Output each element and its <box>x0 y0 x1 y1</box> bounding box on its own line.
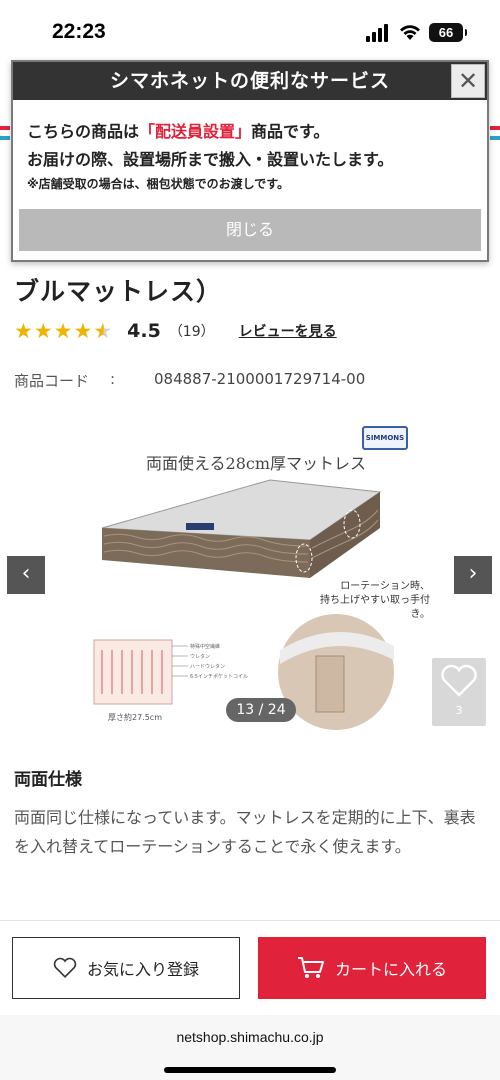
modal-message-suffix: 商品です。 <box>251 122 330 141</box>
add-to-cart-label: カートに入れる <box>334 960 447 979</box>
rating-row: ★ ★ ★ ★ ★ 4.5 （19） レビューを見る <box>14 318 337 344</box>
review-count: （19） <box>168 324 215 340</box>
cart-icon <box>297 957 324 978</box>
svg-text:6.5インチポケットコイル: 6.5インチポケットコイル <box>190 673 248 680</box>
divider <box>0 920 500 921</box>
image-caption: ローテーション時、 持ち上げやすい取っ手付き。 <box>312 580 430 622</box>
close-icon[interactable]: ✕ <box>451 64 485 98</box>
svg-text:ハードウレタン: ハードウレタン <box>190 663 225 670</box>
thickness-label: 厚さ約27.5cm <box>108 713 163 722</box>
image-favorite-button[interactable]: 3 <box>432 658 486 726</box>
view-reviews-link[interactable]: レビューを見る <box>239 321 337 341</box>
heart-icon <box>441 664 477 697</box>
browser-address-bar[interactable]: netshop.shimachu.co.jp <box>0 1015 500 1080</box>
image-headline: 両面使える28cm厚マットレス <box>146 454 367 473</box>
cellular-signal-icon <box>366 24 392 42</box>
heart-icon <box>53 957 77 978</box>
image-caption-line: ローテーション時、 <box>340 581 430 592</box>
modal-header: シマホネットの便利なサービス ✕ <box>13 62 487 100</box>
image-counter: 13 / 24 <box>226 698 296 722</box>
brand-logo: SIMMONS <box>362 426 408 450</box>
product-image: 特殊中空繊維 ウレタン ハードウレタン 6.5インチポケットコイル 両面使える2… <box>60 410 430 730</box>
half-star-icon: ★ <box>93 318 113 343</box>
spec-heading: 両面仕様 <box>14 770 82 790</box>
star-icon: ★ <box>73 318 93 343</box>
modal-message-prefix: こちらの商品は <box>27 122 140 141</box>
close-modal-button[interactable]: 閉じる <box>19 209 481 251</box>
add-to-cart-button[interactable]: カートに入れる <box>258 937 486 999</box>
home-indicator[interactable] <box>164 1067 336 1073</box>
product-code-separator: : <box>110 370 116 388</box>
decorative-stripe-right <box>490 126 500 156</box>
url-text[interactable]: netshop.shimachu.co.jp <box>0 1029 500 1045</box>
favorite-count: 3 <box>455 704 463 717</box>
product-code-row: 商品コード : 084887-2100001729714-00 <box>14 370 365 391</box>
rating-stars: ★ ★ ★ ★ ★ <box>14 318 113 343</box>
svg-text:ウレタン: ウレタン <box>190 653 210 660</box>
spec-description: 両面同じ仕様になっています。マットレスを定期的に上下、裏表を入れ替えてローテーシ… <box>14 808 476 856</box>
product-title: ブルマットレス） <box>14 277 223 306</box>
add-to-favorites-label: お気に入り登録 <box>86 960 199 979</box>
wifi-icon <box>400 25 420 40</box>
modal-message-line2: お届けの際、設置場所まで搬入・設置いたします。 <box>27 150 394 169</box>
svg-text:特殊中空繊維: 特殊中空繊維 <box>190 643 220 650</box>
rating-value: 4.5 <box>127 320 161 342</box>
modal-message-line1: こちらの商品は「配送員設置」商品です。 <box>27 118 329 142</box>
product-code-label: 商品コード <box>14 372 90 390</box>
modal-note: ※店舗受取の場合は、梱包状態でのお渡しです。 <box>27 177 290 191</box>
star-icon: ★ <box>33 318 53 343</box>
previous-image-button[interactable]: ‹ <box>7 556 45 594</box>
clock: 22:23 <box>52 20 106 43</box>
image-caption-line: 持ち上げやすい取っ手付き。 <box>320 595 430 620</box>
delivery-installation-label: 「配送員設置」 <box>139 122 252 141</box>
add-to-favorites-button[interactable]: お気に入り登録 <box>12 937 240 999</box>
service-info-modal: シマホネットの便利なサービス ✕ こちらの商品は「配送員設置」商品です。 お届け… <box>11 60 489 262</box>
modal-title: シマホネットの便利なサービス <box>109 70 390 92</box>
star-icon: ★ <box>53 318 73 343</box>
next-image-button[interactable]: › <box>454 556 492 594</box>
star-icon: ★ <box>14 318 33 343</box>
battery-icon: 66 <box>429 23 467 42</box>
status-bar: 22:23 66 <box>0 0 500 62</box>
image-gallery[interactable]: 特殊中空繊維 ウレタン ハードウレタン 6.5インチポケットコイル 両面使える2… <box>0 400 500 730</box>
product-code-value: 084887-2100001729714-00 <box>154 370 366 388</box>
decorative-stripe-left <box>0 126 10 156</box>
